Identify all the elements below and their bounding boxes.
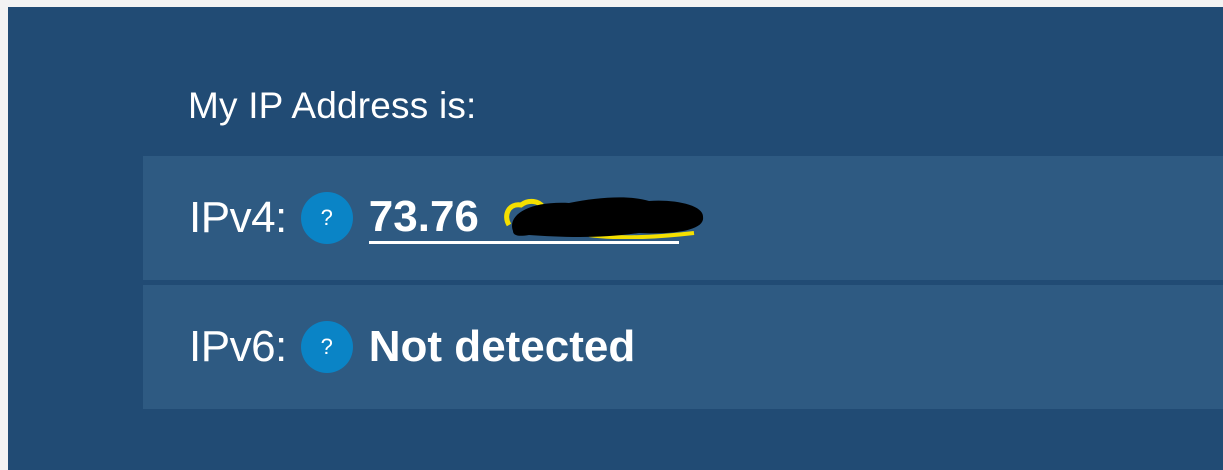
ipv4-address-link[interactable]: 73.76 (368, 191, 703, 244)
ipv4-help-icon[interactable]: ? (300, 192, 353, 244)
question-mark-icon: ? (320, 334, 333, 359)
ipv4-row: IPv4: ? 73.76 (143, 156, 1223, 280)
ipv6-help-icon[interactable]: ? (300, 321, 353, 373)
redaction-scribble (503, 196, 703, 239)
question-mark-icon: ? (320, 205, 333, 230)
ipv4-address-value: 73.76 (368, 191, 479, 241)
ipv4-label: IPv4: (189, 193, 287, 242)
ipv6-label: IPv6: (189, 322, 287, 371)
ip-address-panel: My IP Address is: IPv4: ? 73.76 IPv6: ? … (8, 7, 1223, 470)
ipv6-value: Not detected (368, 322, 636, 371)
ipv6-row: IPv6: ? Not detected (143, 285, 1223, 409)
page-title: My IP Address is: (188, 85, 477, 126)
